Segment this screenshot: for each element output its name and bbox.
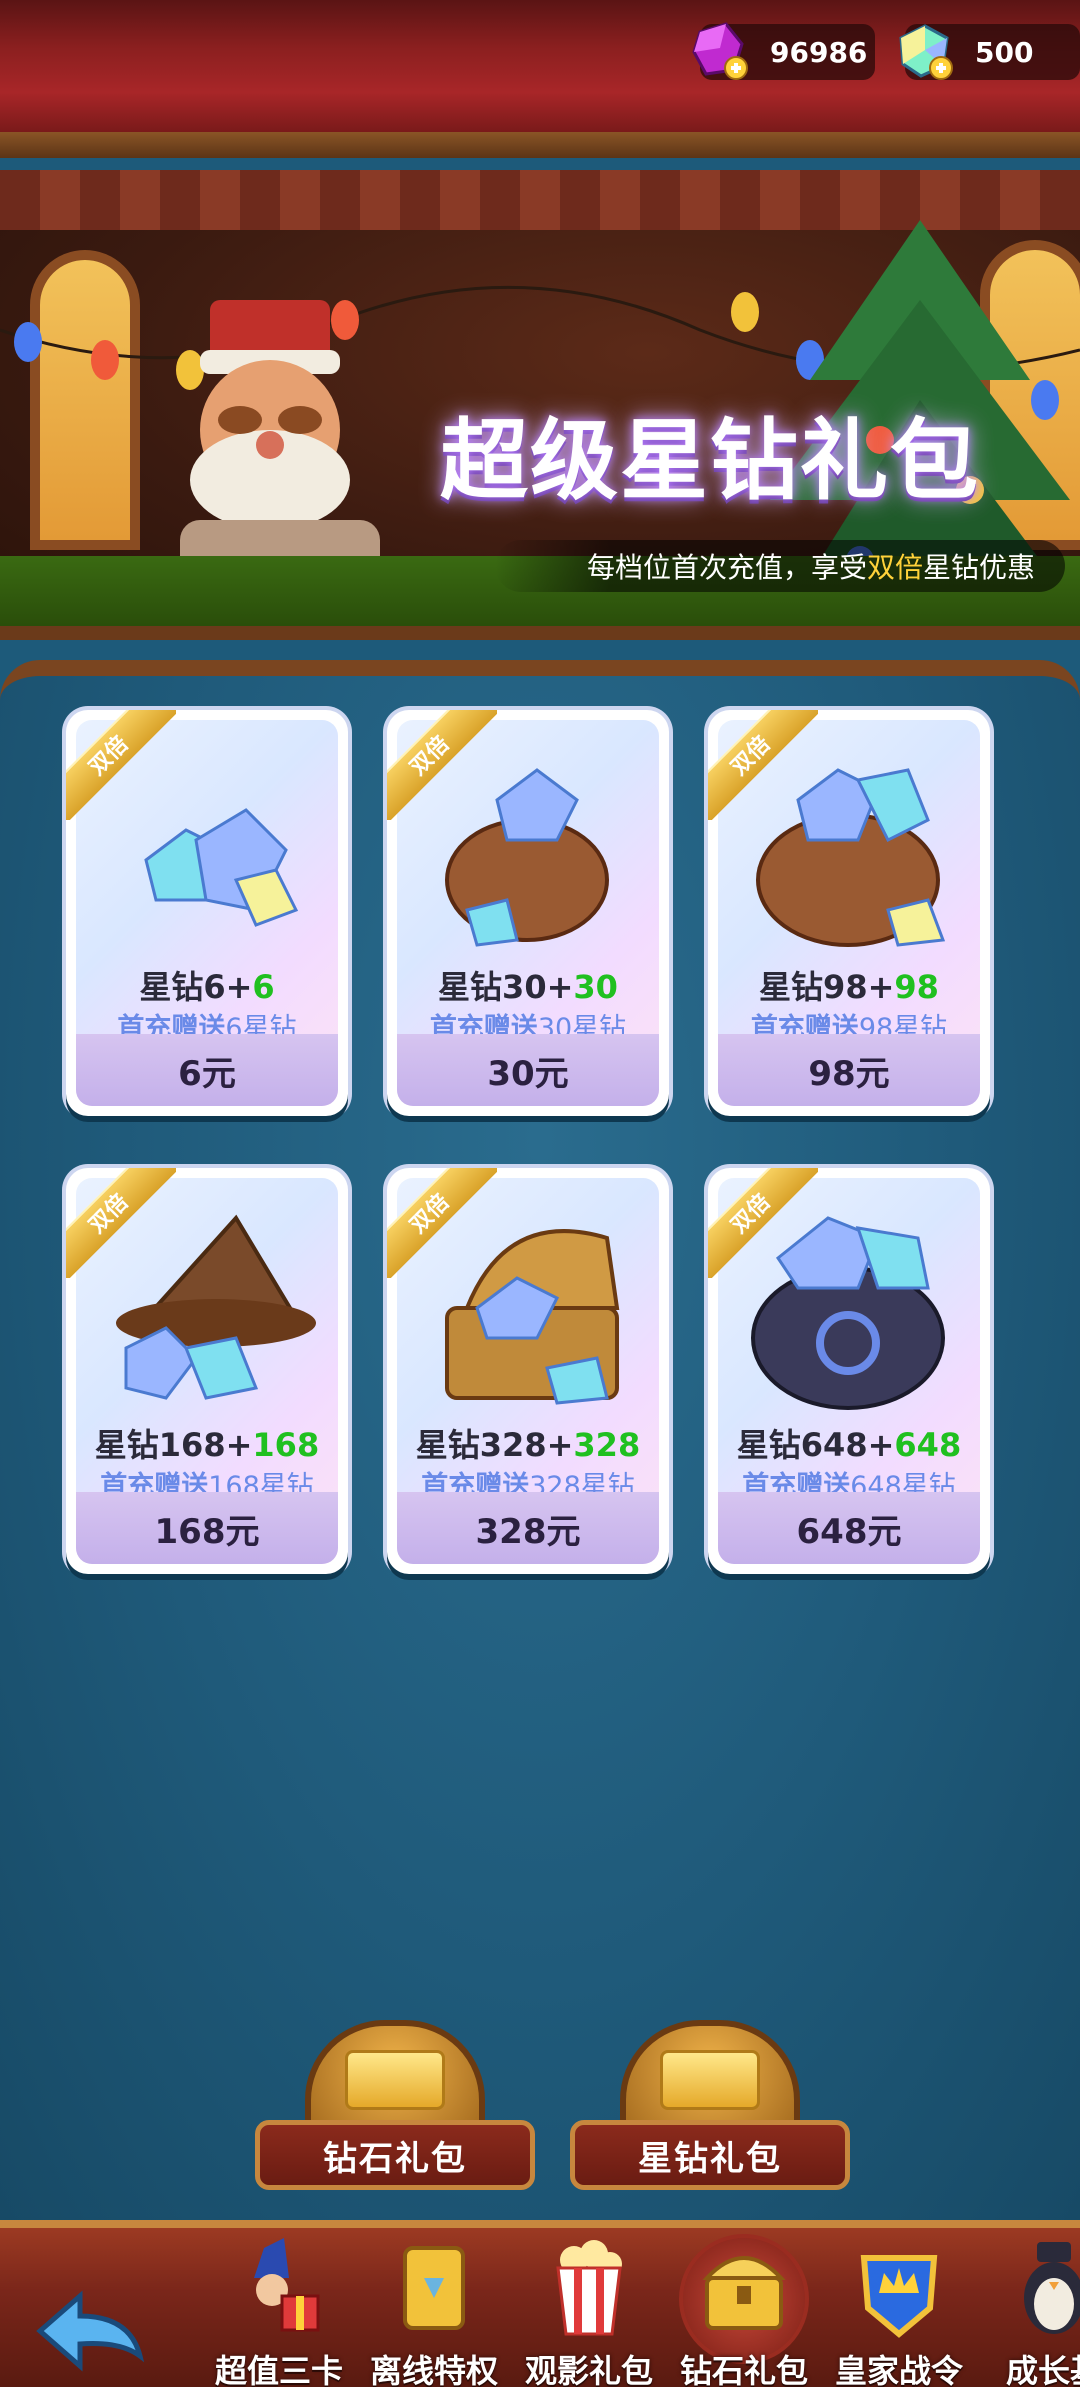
price-button[interactable]: 648元: [718, 1492, 980, 1564]
gem-count: 96986: [770, 35, 868, 69]
nav-label: 超值三卡: [214, 2352, 343, 2387]
price-button[interactable]: 98元: [718, 1034, 980, 1106]
crown-shield-icon: [860, 2255, 938, 2338]
gem-counter[interactable]: 96986: [692, 22, 875, 80]
wizard-gift-icon: [254, 2238, 320, 2332]
pack-bonus: 328: [573, 1426, 641, 1464]
star-diamond-count: 500: [975, 35, 1034, 69]
gold-bar-icon: [660, 2050, 760, 2110]
nav-label: 观影礼包: [524, 2352, 653, 2387]
banner-subtitle-post: 星钻优惠: [922, 551, 1035, 584]
pack-bonus: 30: [573, 968, 618, 1006]
popcorn-icon: [556, 2240, 622, 2336]
star-diamond-pack-tab-label: 星钻礼包: [570, 2120, 850, 2190]
pack-base: 星钻168+: [94, 1426, 253, 1464]
nav-offline-privilege[interactable]: 离线特权: [355, 2238, 513, 2387]
pack-base: 星钻6+: [139, 968, 253, 1006]
pack-base: 星钻648+: [736, 1426, 895, 1464]
pack-bonus: 6: [252, 968, 275, 1006]
banner-subtitle-highlight: 双倍: [866, 551, 923, 584]
double-badge: 双倍: [66, 1168, 176, 1278]
banner-title: 超级星钻礼包: [440, 409, 981, 512]
price-button[interactable]: 328元: [397, 1492, 659, 1564]
nav-label: 成长基: [1005, 2352, 1080, 2387]
scroll-icon: [403, 2246, 465, 2330]
pack-card-6[interactable]: 双倍 星钻6+6 首充赠送6星钻 6元: [66, 710, 348, 1116]
pack-bonus: 168: [252, 1426, 320, 1464]
pack-amount: 星钻30+30: [387, 962, 669, 1008]
purple-gem-icon: [692, 22, 748, 80]
nav-label: 钻石礼包: [679, 2352, 808, 2387]
banner-subtitle: 每档位首次充值，享受 双倍 星钻优惠: [495, 540, 1065, 592]
price-button[interactable]: 30元: [397, 1034, 659, 1106]
star-diamond-pack-tab[interactable]: 星钻礼包: [570, 2020, 850, 2210]
nav-value-cards[interactable]: 超值三卡: [200, 2238, 358, 2387]
pack-amount: 星钻6+6: [66, 962, 348, 1008]
double-badge: 双倍: [387, 1168, 497, 1278]
pack-card-30[interactable]: 双倍 星钻30+30 首充赠送30星钻 30元: [387, 710, 669, 1116]
double-badge-label: 双倍: [708, 1168, 818, 1278]
pack-card-98[interactable]: 双倍 星钻98+98 首充赠送98星钻 98元: [708, 710, 990, 1116]
penguin-icon: [1024, 2242, 1080, 2334]
double-badge: 双倍: [708, 710, 818, 820]
double-badge-label: 双倍: [387, 710, 497, 820]
double-badge: 双倍: [387, 710, 497, 820]
nav-diamond-pack[interactable]: 钻石礼包: [665, 2234, 823, 2387]
nav-growth-fund[interactable]: 成长基: [975, 2238, 1080, 2387]
pack-bonus: 648: [894, 1426, 962, 1464]
double-badge: 双倍: [66, 710, 176, 820]
banner-subtitle-pre: 每档位首次充值，享受: [586, 551, 867, 584]
double-badge-label: 双倍: [66, 1168, 176, 1278]
double-badge-label: 双倍: [66, 710, 176, 820]
back-arrow-icon[interactable]: [30, 2286, 150, 2376]
diamond-pack-tab-label: 钻石礼包: [255, 2120, 535, 2190]
pack-amount: 星钻648+648: [708, 1420, 990, 1466]
pack-bonus: 98: [894, 968, 939, 1006]
pack-base: 星钻328+: [415, 1426, 574, 1464]
double-badge: 双倍: [708, 1168, 818, 1278]
star-diamond-icon: [899, 24, 953, 80]
pack-amount: 星钻98+98: [708, 962, 990, 1008]
price-button[interactable]: 6元: [76, 1034, 338, 1106]
nav-movie-pack[interactable]: 观影礼包: [510, 2238, 668, 2387]
top-resource-bar: 96986 500: [0, 0, 1080, 158]
nav-royal-pass[interactable]: 皇家战令: [820, 2238, 978, 2387]
double-badge-label: 双倍: [708, 710, 818, 820]
pack-amount: 星钻328+328: [387, 1420, 669, 1466]
pack-base: 星钻30+: [438, 968, 574, 1006]
pack-base: 星钻98+: [759, 968, 895, 1006]
chest-icon: [702, 2256, 786, 2330]
pack-card-648[interactable]: 双倍 星钻648+648 首充赠送648星钻 648元: [708, 1168, 990, 1574]
double-badge-label: 双倍: [387, 1168, 497, 1278]
diamond-pack-tab[interactable]: 钻石礼包: [255, 2020, 535, 2210]
nav-label: 离线特权: [369, 2352, 498, 2387]
santa-character-icon: [180, 300, 380, 590]
nav-label: 皇家战令: [834, 2352, 963, 2387]
gold-bar-icon: [345, 2050, 445, 2110]
price-button[interactable]: 168元: [76, 1492, 338, 1564]
pack-amount: 星钻168+168: [66, 1420, 348, 1466]
star-diamond-counter[interactable]: 500: [899, 24, 1080, 80]
bottom-navigation: 超值三卡 离线特权 观影礼包 钻石礼包 皇家战令 成长: [0, 2220, 1080, 2387]
pack-card-328[interactable]: 双倍 星钻328+328 首充赠送328星钻 328元: [387, 1168, 669, 1574]
promo-banner: 超级星钻礼包 每档位首次充值，享受 双倍 星钻优惠: [0, 170, 1080, 640]
pack-card-168[interactable]: 双倍 星钻168+168 首充赠送168星钻 168元: [66, 1168, 348, 1574]
